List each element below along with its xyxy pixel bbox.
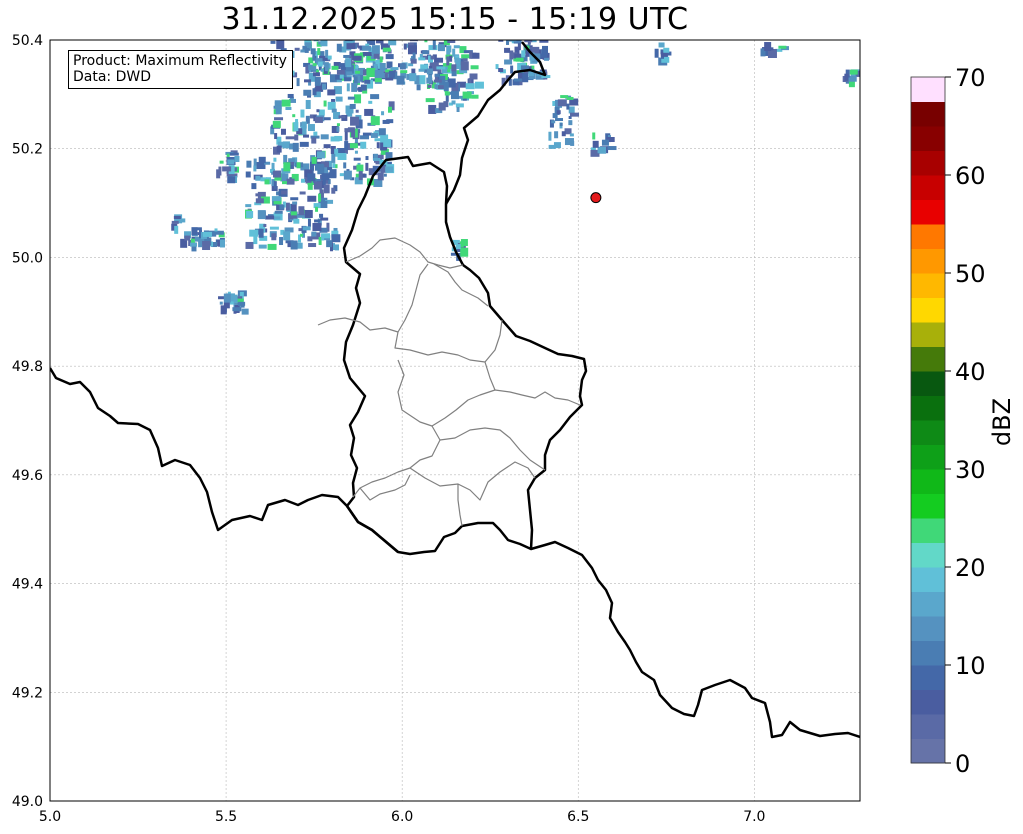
product-info-box: Product: Maximum Reflectivity Data: DWD [68, 50, 293, 89]
grid-lines [49, 39, 860, 802]
radar-map[interactable]: 5.0 5.5 6.0 6.5 7.0 49.0 49.2 49.4 49.6 49.8 50.0… [0, 0, 1023, 834]
x-tick-label: 5.5 [215, 809, 237, 825]
y-tick-label: 49.6 [12, 468, 43, 484]
product-label: Product: Maximum Reflectivity [73, 53, 287, 69]
y-tick-label: 50.0 [12, 250, 43, 266]
france-germany-border [530, 540, 860, 739]
x-tick-label: 7.0 [743, 809, 765, 825]
x-tick-label: 5.0 [39, 809, 61, 825]
data-source-label: Data: DWD [73, 69, 151, 85]
y-tick-label: 49.4 [12, 577, 43, 593]
y-tick-label: 49.2 [12, 685, 43, 701]
location-marker[interactable] [590, 192, 602, 204]
y-tick-label: 49.8 [12, 359, 43, 375]
y-tick-label: 50.4 [12, 33, 43, 49]
x-tick-label: 6.0 [391, 809, 413, 825]
x-tick-label: 6.5 [567, 809, 589, 825]
x-axis: 5.0 5.5 6.0 6.5 7.0 [39, 809, 766, 825]
belgium-france-border [50, 367, 399, 553]
y-axis: 49.0 49.2 49.4 49.6 49.8 50.0 50.2 50.4 [12, 33, 43, 810]
y-tick-label: 49.0 [12, 794, 43, 810]
plot-frame [49, 39, 861, 802]
y-tick-label: 50.2 [12, 142, 43, 158]
country-borders [50, 41, 860, 739]
